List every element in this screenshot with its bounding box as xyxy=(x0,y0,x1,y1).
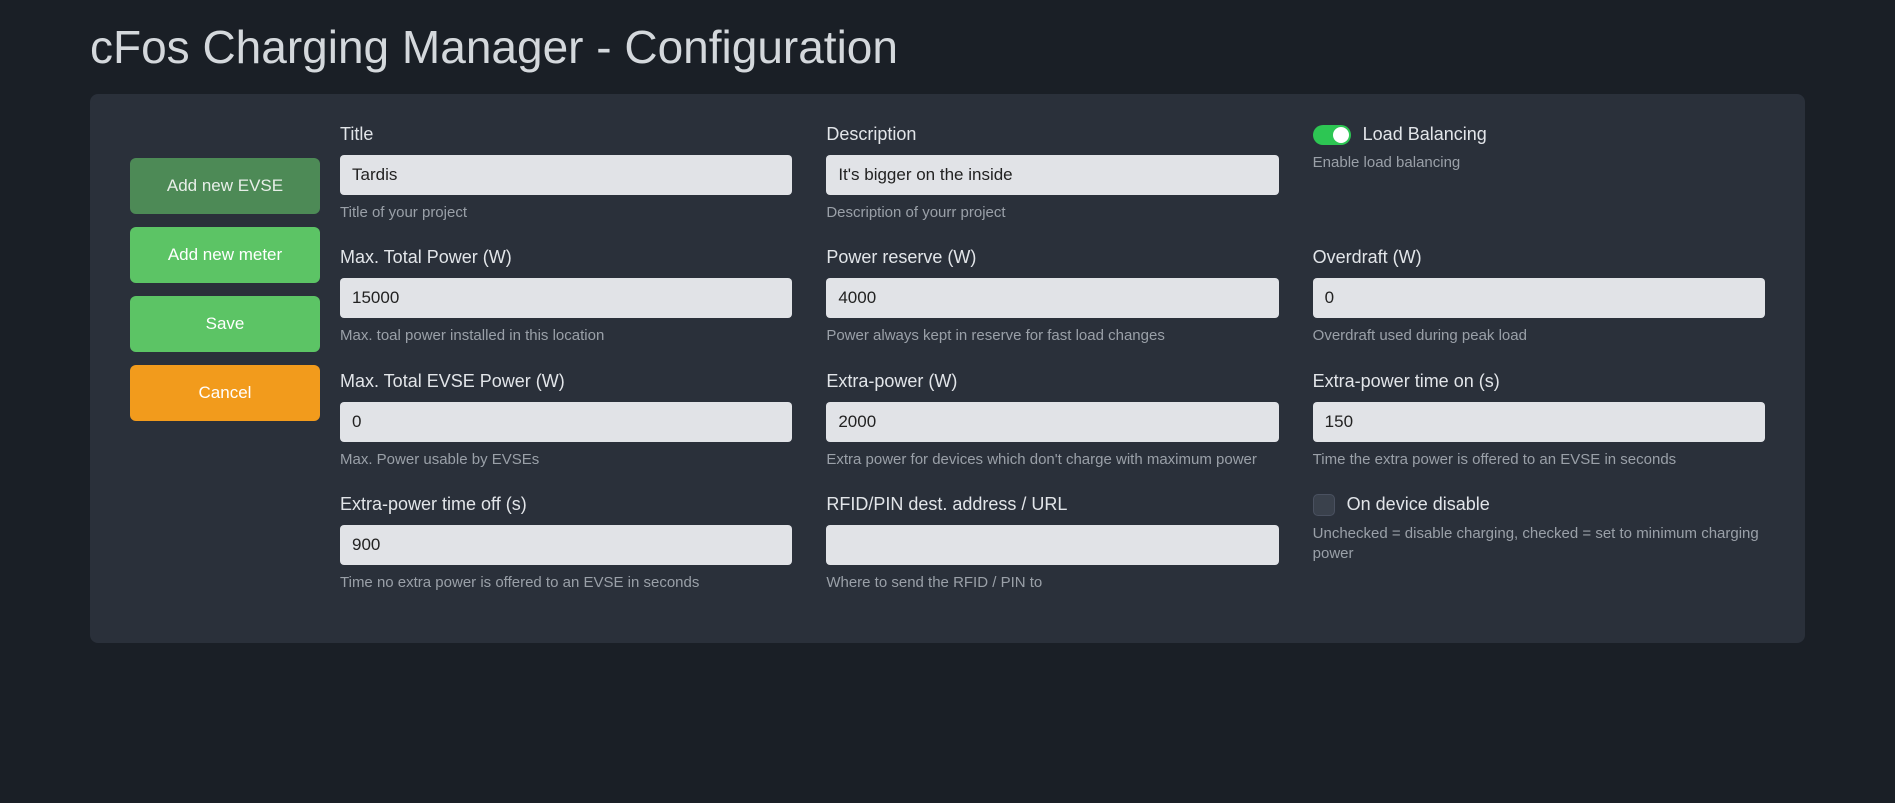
title-help: Title of your project xyxy=(340,203,792,223)
add-evse-button[interactable]: Add new EVSE xyxy=(130,158,320,214)
extra-time-off-input[interactable] xyxy=(340,525,792,565)
extra-time-off-label: Extra-power time off (s) xyxy=(340,494,792,515)
overdraft-input[interactable] xyxy=(1313,278,1765,318)
extra-power-help: Extra power for devices which don't char… xyxy=(826,450,1278,470)
load-balancing-toggle[interactable] xyxy=(1313,125,1351,145)
description-help: Description of yourr project xyxy=(826,203,1278,223)
page-title: cFos Charging Manager - Configuration xyxy=(90,20,1805,74)
description-label: Description xyxy=(826,124,1278,145)
form-area: Title Title of your project Description … xyxy=(340,124,1765,593)
extra-time-off-help: Time no extra power is offered to an EVS… xyxy=(340,573,792,593)
extra-time-on-help: Time the extra power is offered to an EV… xyxy=(1313,450,1765,470)
toggle-knob-icon xyxy=(1333,127,1349,143)
sidebar: Add new EVSE Add new meter Save Cancel xyxy=(130,124,320,593)
config-panel: Add new EVSE Add new meter Save Cancel T… xyxy=(90,94,1805,643)
on-device-disable-checkbox[interactable] xyxy=(1313,494,1335,516)
max-total-power-input[interactable] xyxy=(340,278,792,318)
extra-time-on-input[interactable] xyxy=(1313,402,1765,442)
overdraft-label: Overdraft (W) xyxy=(1313,247,1765,268)
power-reserve-input[interactable] xyxy=(826,278,1278,318)
overdraft-help: Overdraft used during peak load xyxy=(1313,326,1765,346)
rfid-url-help: Where to send the RFID / PIN to xyxy=(826,573,1278,593)
on-device-disable-help: Unchecked = disable charging, checked = … xyxy=(1313,524,1765,565)
save-button[interactable]: Save xyxy=(130,296,320,352)
title-label: Title xyxy=(340,124,792,145)
max-total-power-help: Max. toal power installed in this locati… xyxy=(340,326,792,346)
max-evse-power-input[interactable] xyxy=(340,402,792,442)
rfid-url-label: RFID/PIN dest. address / URL xyxy=(826,494,1278,515)
rfid-url-input[interactable] xyxy=(826,525,1278,565)
power-reserve-help: Power always kept in reserve for fast lo… xyxy=(826,326,1278,346)
power-reserve-label: Power reserve (W) xyxy=(826,247,1278,268)
add-meter-button[interactable]: Add new meter xyxy=(130,227,320,283)
max-evse-power-help: Max. Power usable by EVSEs xyxy=(340,450,792,470)
extra-power-label: Extra-power (W) xyxy=(826,371,1278,392)
description-input[interactable] xyxy=(826,155,1278,195)
title-input[interactable] xyxy=(340,155,792,195)
load-balancing-label: Load Balancing xyxy=(1363,124,1487,145)
cancel-button[interactable]: Cancel xyxy=(130,365,320,421)
max-total-power-label: Max. Total Power (W) xyxy=(340,247,792,268)
max-evse-power-label: Max. Total EVSE Power (W) xyxy=(340,371,792,392)
extra-time-on-label: Extra-power time on (s) xyxy=(1313,371,1765,392)
on-device-disable-label: On device disable xyxy=(1347,494,1490,515)
load-balancing-help: Enable load balancing xyxy=(1313,153,1765,173)
extra-power-input[interactable] xyxy=(826,402,1278,442)
